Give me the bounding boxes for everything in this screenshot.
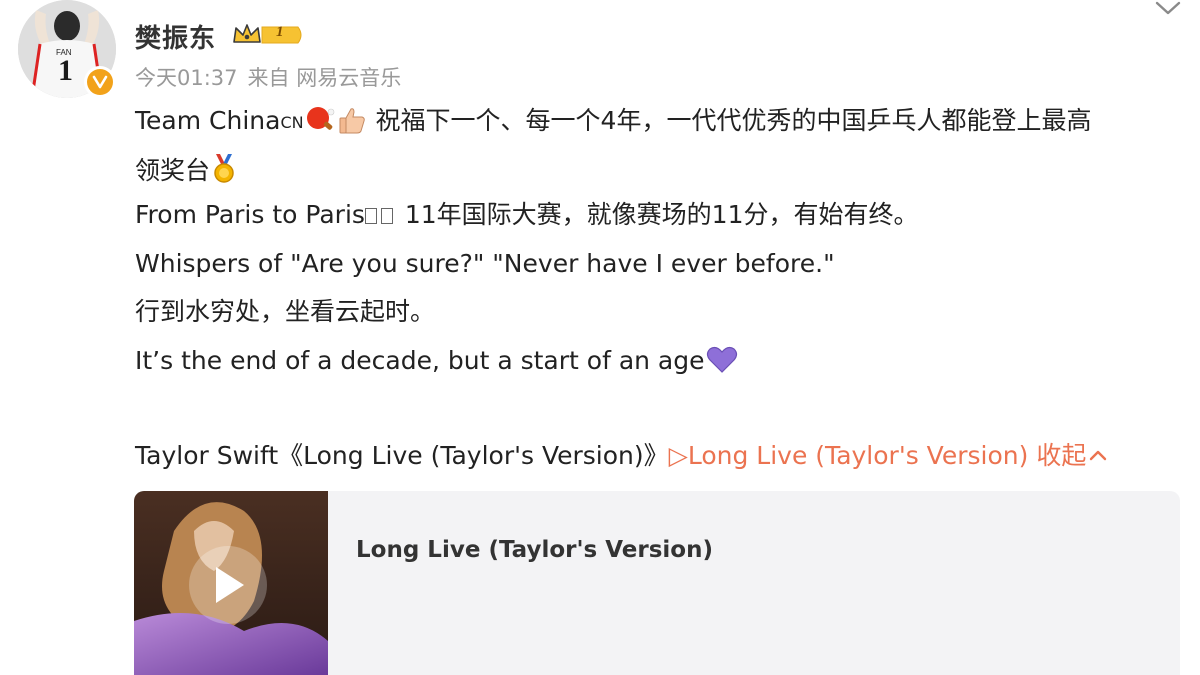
gold-medal-icon (214, 154, 234, 183)
eleven-years-text: 11年国际大赛，就像赛场的11分，有始有终。 (396, 200, 919, 229)
post-source[interactable]: 来自 网易云音乐 (248, 66, 402, 90)
post-text-line-3: From Paris to Paris 11年国际大赛，就像赛场的11分，有始有… (135, 202, 919, 227)
play-icon (216, 567, 244, 603)
post-text-line-4: Whispers of "Are you sure?" "Never have … (135, 249, 835, 278)
song-prefix: Taylor Swift《Long Live (Taylor's Version… (135, 441, 669, 470)
music-card[interactable]: Long Live (Taylor's Version) (134, 491, 1180, 675)
purple-heart-icon (706, 346, 737, 373)
post-text-line-5: 行到水穷处，坐看云起时。 (135, 297, 436, 326)
missing-glyph-box (380, 208, 393, 224)
cn-flag-text: CN (280, 113, 304, 132)
verified-v-icon (92, 75, 108, 89)
post-text-line-2: 领奖台 (135, 154, 238, 184)
author-name[interactable]: 樊振东 (135, 18, 216, 55)
blessing-text: 祝福下一个、每一个4年，一代代优秀的中国乒乓人都能登上最高 (375, 106, 1092, 135)
missing-glyph-box (364, 208, 377, 224)
post-text-line-1: Team ChinaCN 祝福下一个、每一个4年，一代代优秀的中国乒乓人都能登上… (135, 106, 1091, 134)
ping-pong-paddle-icon (306, 107, 334, 130)
team-china-text: Team China (135, 106, 281, 135)
post-text-line-6: It’s the end of a decade, but a start of… (135, 346, 739, 374)
album-cover[interactable] (134, 491, 328, 675)
crown-icon (233, 24, 302, 44)
thumbs-up-icon (339, 108, 365, 134)
podium-text: 领奖台 (135, 156, 211, 185)
paris-text: From Paris to Paris (135, 200, 365, 229)
post-meta: 今天01:37 来自 网易云音乐 (135, 62, 411, 92)
chevron-down-icon[interactable] (1154, 0, 1182, 18)
author-avatar-wrapper[interactable]: FAN 1 (18, 0, 116, 98)
collapse-link[interactable]: 收起 (1036, 441, 1108, 470)
song-title[interactable]: Long Live (Taylor's Version) (356, 537, 713, 563)
collapse-label: 收起 (1036, 441, 1087, 470)
vip-level: 1 (276, 24, 284, 40)
music-share-line: Taylor Swift《Long Live (Taylor's Version… (135, 443, 1108, 468)
vip-badge[interactable]: 1 (232, 22, 306, 48)
chevron-up-icon (1090, 450, 1107, 461)
verified-badge (84, 66, 116, 98)
decade-text: It’s the end of a decade, but a start of… (135, 346, 705, 375)
jersey-number: 1 (58, 54, 73, 87)
post-time[interactable]: 今天01:37 (135, 66, 238, 90)
song-link[interactable]: ▷Long Live (Taylor's Version) (669, 441, 1029, 470)
play-button[interactable] (189, 546, 267, 624)
